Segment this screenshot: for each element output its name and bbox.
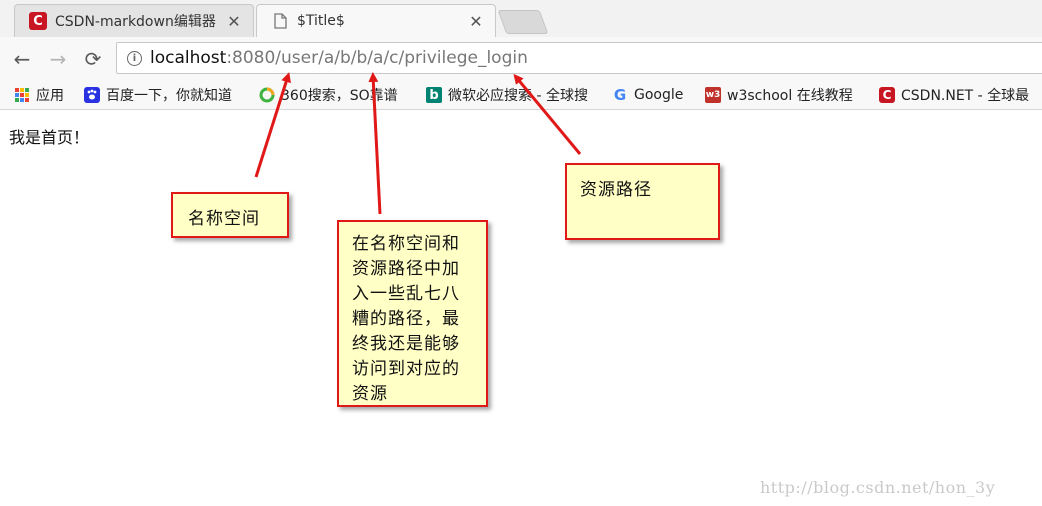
tab-csdn-markdown[interactable]: C CSDN-markdown编辑器 ✕ <box>14 4 254 37</box>
tab-title: $Title$ <box>297 13 345 29</box>
bookmark-label: 360搜索，SO靠谱 <box>281 88 398 104</box>
apps-grid-icon <box>14 87 30 103</box>
bookmark-label: 微软必应搜索 - 全球搜 <box>448 88 588 104</box>
note-line: 入一些乱七八 <box>352 284 460 304</box>
watermark: http://blog.csdn.net/hon_3y <box>760 478 996 497</box>
note-line: 在名称空间和 <box>352 234 460 254</box>
bookmark-label: 应用 <box>36 88 64 104</box>
csdn-icon: C <box>879 87 895 103</box>
url-text: localhost:8080/user/a/b/b/a/c/privilege_… <box>150 48 528 68</box>
note-resource-path: 资源路径 <box>565 163 720 240</box>
bookmark-label: w3school 在线教程 <box>727 88 853 104</box>
bookmark-google[interactable]: G Google <box>612 84 684 106</box>
note-line: 糟的路径，最 <box>352 309 460 329</box>
reload-button[interactable]: ⟳ <box>80 46 106 72</box>
arrow-left-icon: ← <box>13 47 31 71</box>
toolbar: ← → ⟳ i localhost:8080/user/a/b/b/a/c/pr… <box>0 37 1042 80</box>
close-icon[interactable]: ✕ <box>223 12 245 31</box>
google-icon: G <box>613 86 627 104</box>
tab-title: CSDN-markdown编辑器 <box>55 14 216 30</box>
address-bar[interactable]: i localhost:8080/user/a/b/b/a/c/privileg… <box>116 42 1042 74</box>
bookmark-w3school[interactable]: w3 w3school 在线教程 <box>705 84 853 106</box>
bookmark-bing[interactable]: b 微软必应搜索 - 全球搜 <box>426 84 601 106</box>
close-icon[interactable]: ✕ <box>465 12 487 31</box>
page-body-text: 我是首页！ <box>9 128 90 147</box>
info-icon[interactable]: i <box>127 50 142 66</box>
reload-icon: ⟳ <box>84 47 102 71</box>
note-namespace: 名称空间 <box>171 192 289 238</box>
bookmarks-bar: 应用 百度一下，你就知道 360搜索，SO靠谱 b 微软必应搜索 - 全球搜 G… <box>0 80 1042 110</box>
arrow-right-icon: → <box>49 47 67 71</box>
bookmark-so360[interactable]: 360搜索，SO靠谱 <box>259 84 419 106</box>
bookmark-label: Google <box>634 87 684 103</box>
new-tab-button[interactable] <box>497 10 549 34</box>
so360-icon <box>259 87 275 103</box>
back-button[interactable]: ← <box>9 46 35 72</box>
note-line: 资源 <box>352 384 388 404</box>
note-line: 访问到对应的 <box>352 359 460 379</box>
bookmark-csdn[interactable]: C CSDN.NET - 全球最 <box>879 84 1042 106</box>
bookmark-label: CSDN.NET - 全球最 <box>901 88 1030 104</box>
page-icon <box>271 12 289 30</box>
bookmark-baidu[interactable]: 百度一下，你就知道 <box>84 84 232 106</box>
note-line: 终我还是能够 <box>352 334 460 354</box>
bing-icon: b <box>426 87 442 103</box>
note-resource-path-text: 资源路径 <box>580 180 652 200</box>
url-path: :8080/user/a/b/b/a/c/privilege_login <box>226 48 528 68</box>
bookmark-apps[interactable]: 应用 <box>14 84 64 106</box>
note-extra-path: 在名称空间和 资源路径中加 入一些乱七八 糟的路径，最 终我还是能够 访问到对应… <box>337 220 488 407</box>
tab-title-page[interactable]: $Title$ ✕ <box>256 4 496 37</box>
note-line: 资源路径中加 <box>352 259 460 279</box>
note-namespace-text: 名称空间 <box>188 209 260 229</box>
url-host: localhost <box>150 48 227 68</box>
baidu-paw-icon <box>84 87 100 103</box>
tab-strip: C CSDN-markdown编辑器 ✕ $Title$ ✕ <box>0 0 1042 37</box>
csdn-icon: C <box>29 12 47 30</box>
bookmark-label: 百度一下，你就知道 <box>106 88 232 104</box>
w3school-icon: w3 <box>705 87 721 103</box>
forward-button[interactable]: → <box>45 46 71 72</box>
